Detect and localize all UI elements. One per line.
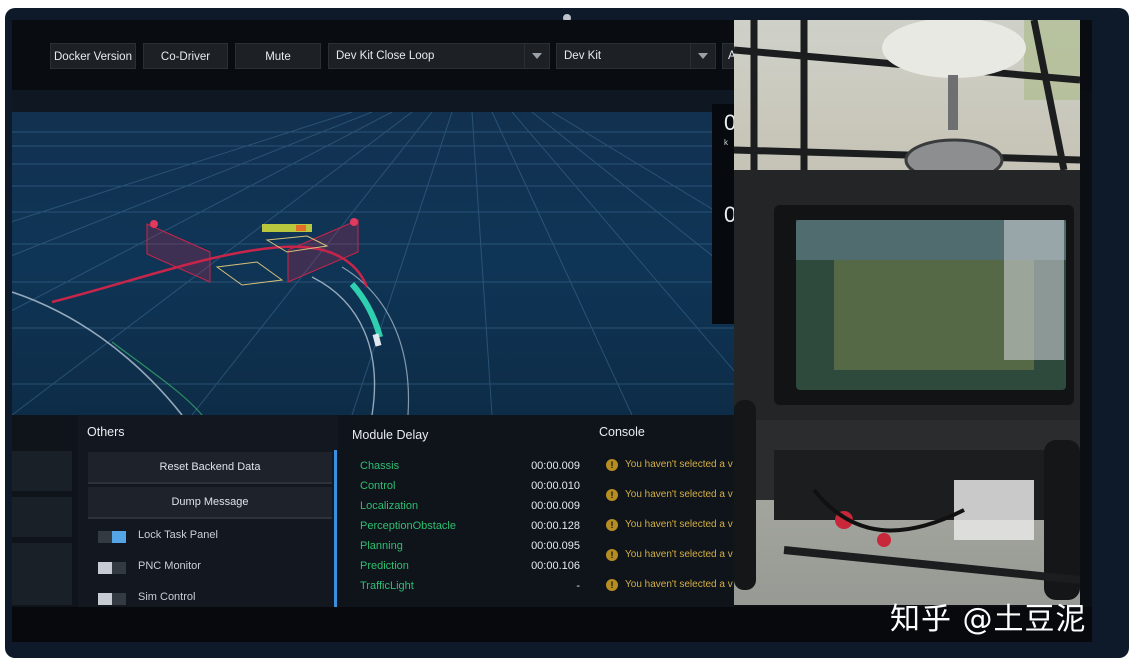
lock-task-panel-label: Lock Task Panel (138, 529, 218, 541)
module-delay-title: Module Delay (352, 428, 429, 442)
watermark-text: 知乎 @土豆泥 (890, 602, 1087, 637)
console-message: ! You haven't selected a v (606, 489, 734, 507)
delay-row: Planning 00:00.095 (360, 540, 580, 552)
console-message: ! You haven't selected a v (606, 549, 734, 567)
scene-view[interactable] (12, 112, 734, 415)
warning-icon: ! (606, 489, 618, 501)
obstacle-label-tag (296, 225, 306, 231)
warning-icon: ! (606, 579, 618, 591)
status-subbar (12, 90, 734, 112)
bottom-panels: Others Reset Backend Data Dump Message L… (12, 415, 734, 607)
scene-canvas (12, 112, 734, 415)
traffic-light-marker (350, 218, 358, 226)
warning-icon: ! (606, 459, 618, 471)
mode-select-value: Dev Kit Close Loop (336, 50, 435, 62)
warning-icon: ! (606, 519, 618, 531)
speed-unit: k (724, 138, 728, 147)
warning-icon: ! (606, 549, 618, 561)
dump-message-button[interactable]: Dump Message (88, 487, 332, 519)
module-delay-panel: Module Delay Chassis 00:00.009 Control 00:… (342, 415, 590, 607)
delay-row: PerceptionObstacle 00:00.128 (360, 520, 580, 532)
console-title: Console (599, 425, 645, 439)
delay-row: Prediction 00:00.106 (360, 560, 580, 572)
console-message: ! You haven't selected a v (606, 579, 734, 597)
pnc-monitor-toggle[interactable] (98, 562, 126, 574)
vehicle-select-value: Dev Kit (564, 50, 602, 62)
co-driver-button[interactable]: Co-Driver (143, 43, 228, 69)
chevron-down-icon (524, 44, 549, 68)
left-panel-block[interactable] (12, 543, 72, 605)
lane-boundary (12, 291, 183, 415)
others-panel: Others Reset Backend Data Dump Message L… (78, 415, 338, 607)
console-panel: Console ! You haven't selected a v ! You h… (594, 415, 734, 607)
others-title: Others (87, 425, 125, 439)
trajectory-line (349, 282, 383, 338)
sim-control-toggle[interactable] (98, 593, 126, 605)
mode-select[interactable]: Dev Kit Close Loop (328, 43, 550, 69)
reset-backend-data-button[interactable]: Reset Backend Data (88, 452, 332, 484)
ground-grid (12, 112, 734, 415)
pnc-monitor-label: PNC Monitor (138, 560, 201, 572)
console-message: ! You haven't selected a v (606, 519, 734, 537)
vehicle-photo (734, 20, 1080, 600)
docker-version-button[interactable]: Docker Version (50, 43, 136, 69)
console-message: ! You haven't selected a v (606, 459, 734, 477)
left-panel-block[interactable] (12, 497, 72, 537)
chevron-down-icon (690, 44, 715, 68)
vehicle-photo-overlay (734, 20, 1080, 605)
vehicle-select[interactable]: Dev Kit (556, 43, 716, 69)
delay-row: Control 00:00.010 (360, 480, 580, 492)
mute-button[interactable]: Mute (235, 43, 321, 69)
delay-row: Localization 00:00.009 (360, 500, 580, 512)
scrollbar[interactable] (334, 450, 337, 607)
reference-line (111, 341, 203, 415)
sim-control-label: Sim Control (138, 591, 196, 603)
traffic-light-marker (150, 220, 158, 228)
lock-task-panel-toggle[interactable] (98, 531, 126, 543)
left-panel-stub (12, 415, 74, 607)
delay-row: Chassis 00:00.009 (360, 460, 580, 472)
left-panel-block[interactable] (12, 451, 72, 491)
delay-row: TrafficLight - (360, 580, 580, 592)
